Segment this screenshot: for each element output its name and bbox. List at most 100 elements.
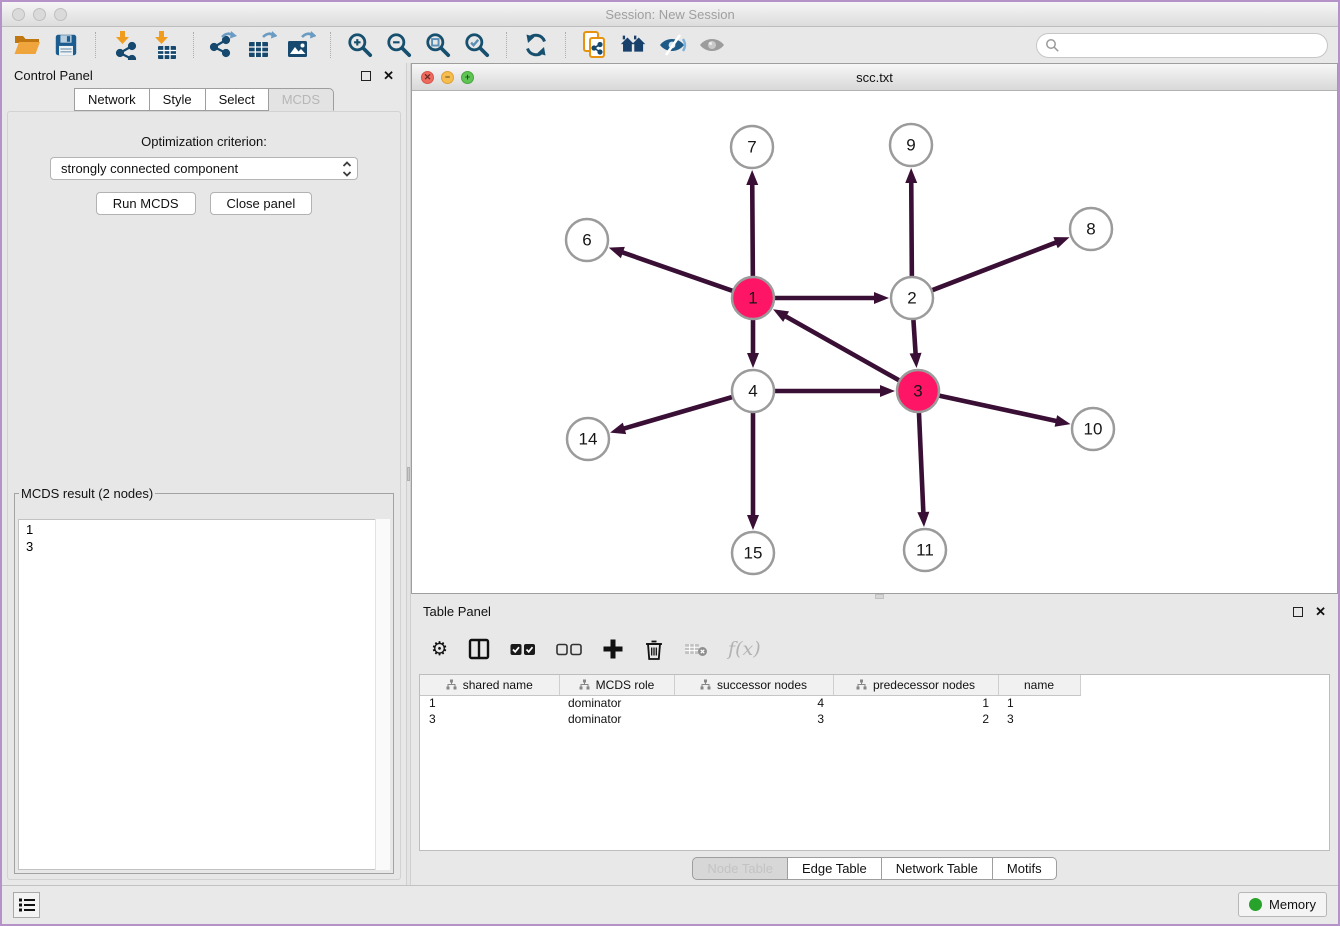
table-cell[interactable]: 3 <box>420 711 559 727</box>
search-icon <box>1045 38 1060 53</box>
toolbar-separator <box>95 32 96 58</box>
tab-edge-table[interactable]: Edge Table <box>788 857 882 880</box>
graph-node-14[interactable]: 14 <box>567 418 609 460</box>
tab-mcds[interactable]: MCDS <box>269 88 334 111</box>
select-all-icon[interactable] <box>510 643 536 656</box>
result-scrollbar[interactable] <box>375 519 390 870</box>
column-header-successor-nodes[interactable]: successor nodes <box>674 675 833 695</box>
network-canvas[interactable]: 7 9 6 8 1 2 4 3 14 10 15 11 <box>412 91 1337 593</box>
app-window: Session: New Session <box>0 0 1340 926</box>
graph-edge-1-6[interactable] <box>609 247 733 291</box>
table-cell[interactable]: dominator <box>559 695 674 711</box>
first-neighbors-icon[interactable] <box>619 30 649 60</box>
graph-node-6[interactable]: 6 <box>566 219 608 261</box>
delete-column-icon[interactable] <box>644 638 664 661</box>
float-panel-icon[interactable] <box>361 71 371 81</box>
table-cell[interactable]: 2 <box>833 711 998 727</box>
mcds-result-text[interactable]: 1 3 <box>18 519 390 870</box>
zoom-out-icon[interactable] <box>384 30 414 60</box>
graph-edge-4-3[interactable] <box>774 385 895 397</box>
graph-edge-4-15[interactable] <box>747 412 759 530</box>
graph-edge-2-8[interactable] <box>932 237 1070 290</box>
splitter-grip[interactable] <box>875 594 884 599</box>
graph-edge-4-14[interactable] <box>610 397 733 434</box>
task-history-button[interactable] <box>13 892 40 918</box>
table-cell[interactable]: 3 <box>674 711 833 727</box>
column-header-shared-name[interactable]: shared name <box>420 675 559 695</box>
horizontal-splitter[interactable] <box>411 594 1338 599</box>
graph-node-1[interactable]: 1 <box>732 277 774 319</box>
graph-edge-2-9[interactable] <box>905 168 917 277</box>
run-mcds-button[interactable]: Run MCDS <box>96 192 196 215</box>
export-table-icon[interactable] <box>247 30 277 60</box>
hide-panel-eye-icon[interactable] <box>658 30 688 60</box>
graph-edge-1-4[interactable] <box>747 319 759 368</box>
close-panel-button[interactable]: Close panel <box>210 192 313 215</box>
open-session-icon[interactable] <box>12 30 42 60</box>
float-table-panel-icon[interactable] <box>1293 607 1303 617</box>
table-row[interactable]: 3dominator323 <box>420 711 1080 727</box>
import-table-icon[interactable] <box>149 30 179 60</box>
table-cell[interactable]: 4 <box>674 695 833 711</box>
tab-select[interactable]: Select <box>206 88 269 111</box>
tab-network-table[interactable]: Network Table <box>882 857 993 880</box>
add-column-icon[interactable] <box>602 638 624 660</box>
graph-edge-2-3[interactable] <box>910 319 922 368</box>
delete-table-icon[interactable] <box>684 641 708 657</box>
graph-node-15[interactable]: 15 <box>732 532 774 574</box>
graph-edge-3-1[interactable] <box>773 309 900 380</box>
toolbar-separator <box>330 32 331 58</box>
zoom-in-icon[interactable] <box>345 30 375 60</box>
function-builder-icon[interactable]: f(x) <box>728 638 761 660</box>
show-column-panel-icon[interactable] <box>468 638 490 660</box>
graph-node-3[interactable]: 3 <box>897 370 939 412</box>
graph-edge-1-7[interactable] <box>746 170 758 277</box>
graph-node-4[interactable]: 4 <box>732 370 774 412</box>
tab-style[interactable]: Style <box>150 88 206 111</box>
column-header-predecessor-nodes[interactable]: predecessor nodes <box>833 675 998 695</box>
splitter-grip[interactable] <box>407 467 410 481</box>
duplicate-network-icon[interactable] <box>580 30 610 60</box>
zoom-fit-icon[interactable] <box>423 30 453 60</box>
apply-layout-icon[interactable] <box>521 30 551 60</box>
import-network-icon[interactable] <box>110 30 140 60</box>
graph-edge-3-11[interactable] <box>917 412 929 527</box>
mcds-result-group: MCDS result (2 nodes) 1 3 <box>14 486 394 874</box>
export-image-icon[interactable] <box>286 30 316 60</box>
save-session-icon[interactable] <box>51 30 81 60</box>
graph-edge-3-10[interactable] <box>939 395 1071 426</box>
zoom-selected-icon[interactable] <box>462 30 492 60</box>
tab-network[interactable]: Network <box>74 88 150 111</box>
control-panel: Control Panel ✕ NetworkStyleSelectMCDS O… <box>2 63 406 885</box>
criterion-select[interactable]: strongly connected component <box>50 157 358 180</box>
tab-node-table[interactable]: Node Table <box>692 857 788 880</box>
graph-node-10[interactable]: 10 <box>1072 408 1114 450</box>
node-label: 2 <box>907 289 916 308</box>
memory-button[interactable]: Memory <box>1238 892 1327 917</box>
column-header-MCDS-role[interactable]: MCDS role <box>559 675 674 695</box>
graph-node-7[interactable]: 7 <box>731 126 773 168</box>
table-cell[interactable]: 1 <box>420 695 559 711</box>
table-cell[interactable]: 1 <box>998 695 1080 711</box>
table-options-icon[interactable]: ⚙ <box>431 638 448 660</box>
search-input[interactable] <box>1065 35 1327 55</box>
table-cell[interactable]: 1 <box>833 695 998 711</box>
criterion-value: strongly connected component <box>61 161 238 176</box>
export-network-icon[interactable] <box>208 30 238 60</box>
unselect-all-icon[interactable] <box>556 643 582 656</box>
graph-node-9[interactable]: 9 <box>890 124 932 166</box>
graph-node-11[interactable]: 11 <box>904 529 946 571</box>
close-panel-icon[interactable]: ✕ <box>383 69 394 82</box>
table-row[interactable]: 1dominator411 <box>420 695 1080 711</box>
graph-node-8[interactable]: 8 <box>1070 208 1112 250</box>
close-table-panel-icon[interactable]: ✕ <box>1315 605 1326 618</box>
table-cell[interactable]: dominator <box>559 711 674 727</box>
graph-node-2[interactable]: 2 <box>891 277 933 319</box>
tab-motifs[interactable]: Motifs <box>993 857 1057 880</box>
column-header-name[interactable]: name <box>998 675 1080 695</box>
table-panel: Table Panel ✕ ⚙ <box>411 599 1338 885</box>
show-panel-eye-icon[interactable] <box>697 30 727 60</box>
vertical-splitter[interactable] <box>406 63 411 885</box>
table-cell[interactable]: 3 <box>998 711 1080 727</box>
graph-edge-1-2[interactable] <box>774 292 889 304</box>
